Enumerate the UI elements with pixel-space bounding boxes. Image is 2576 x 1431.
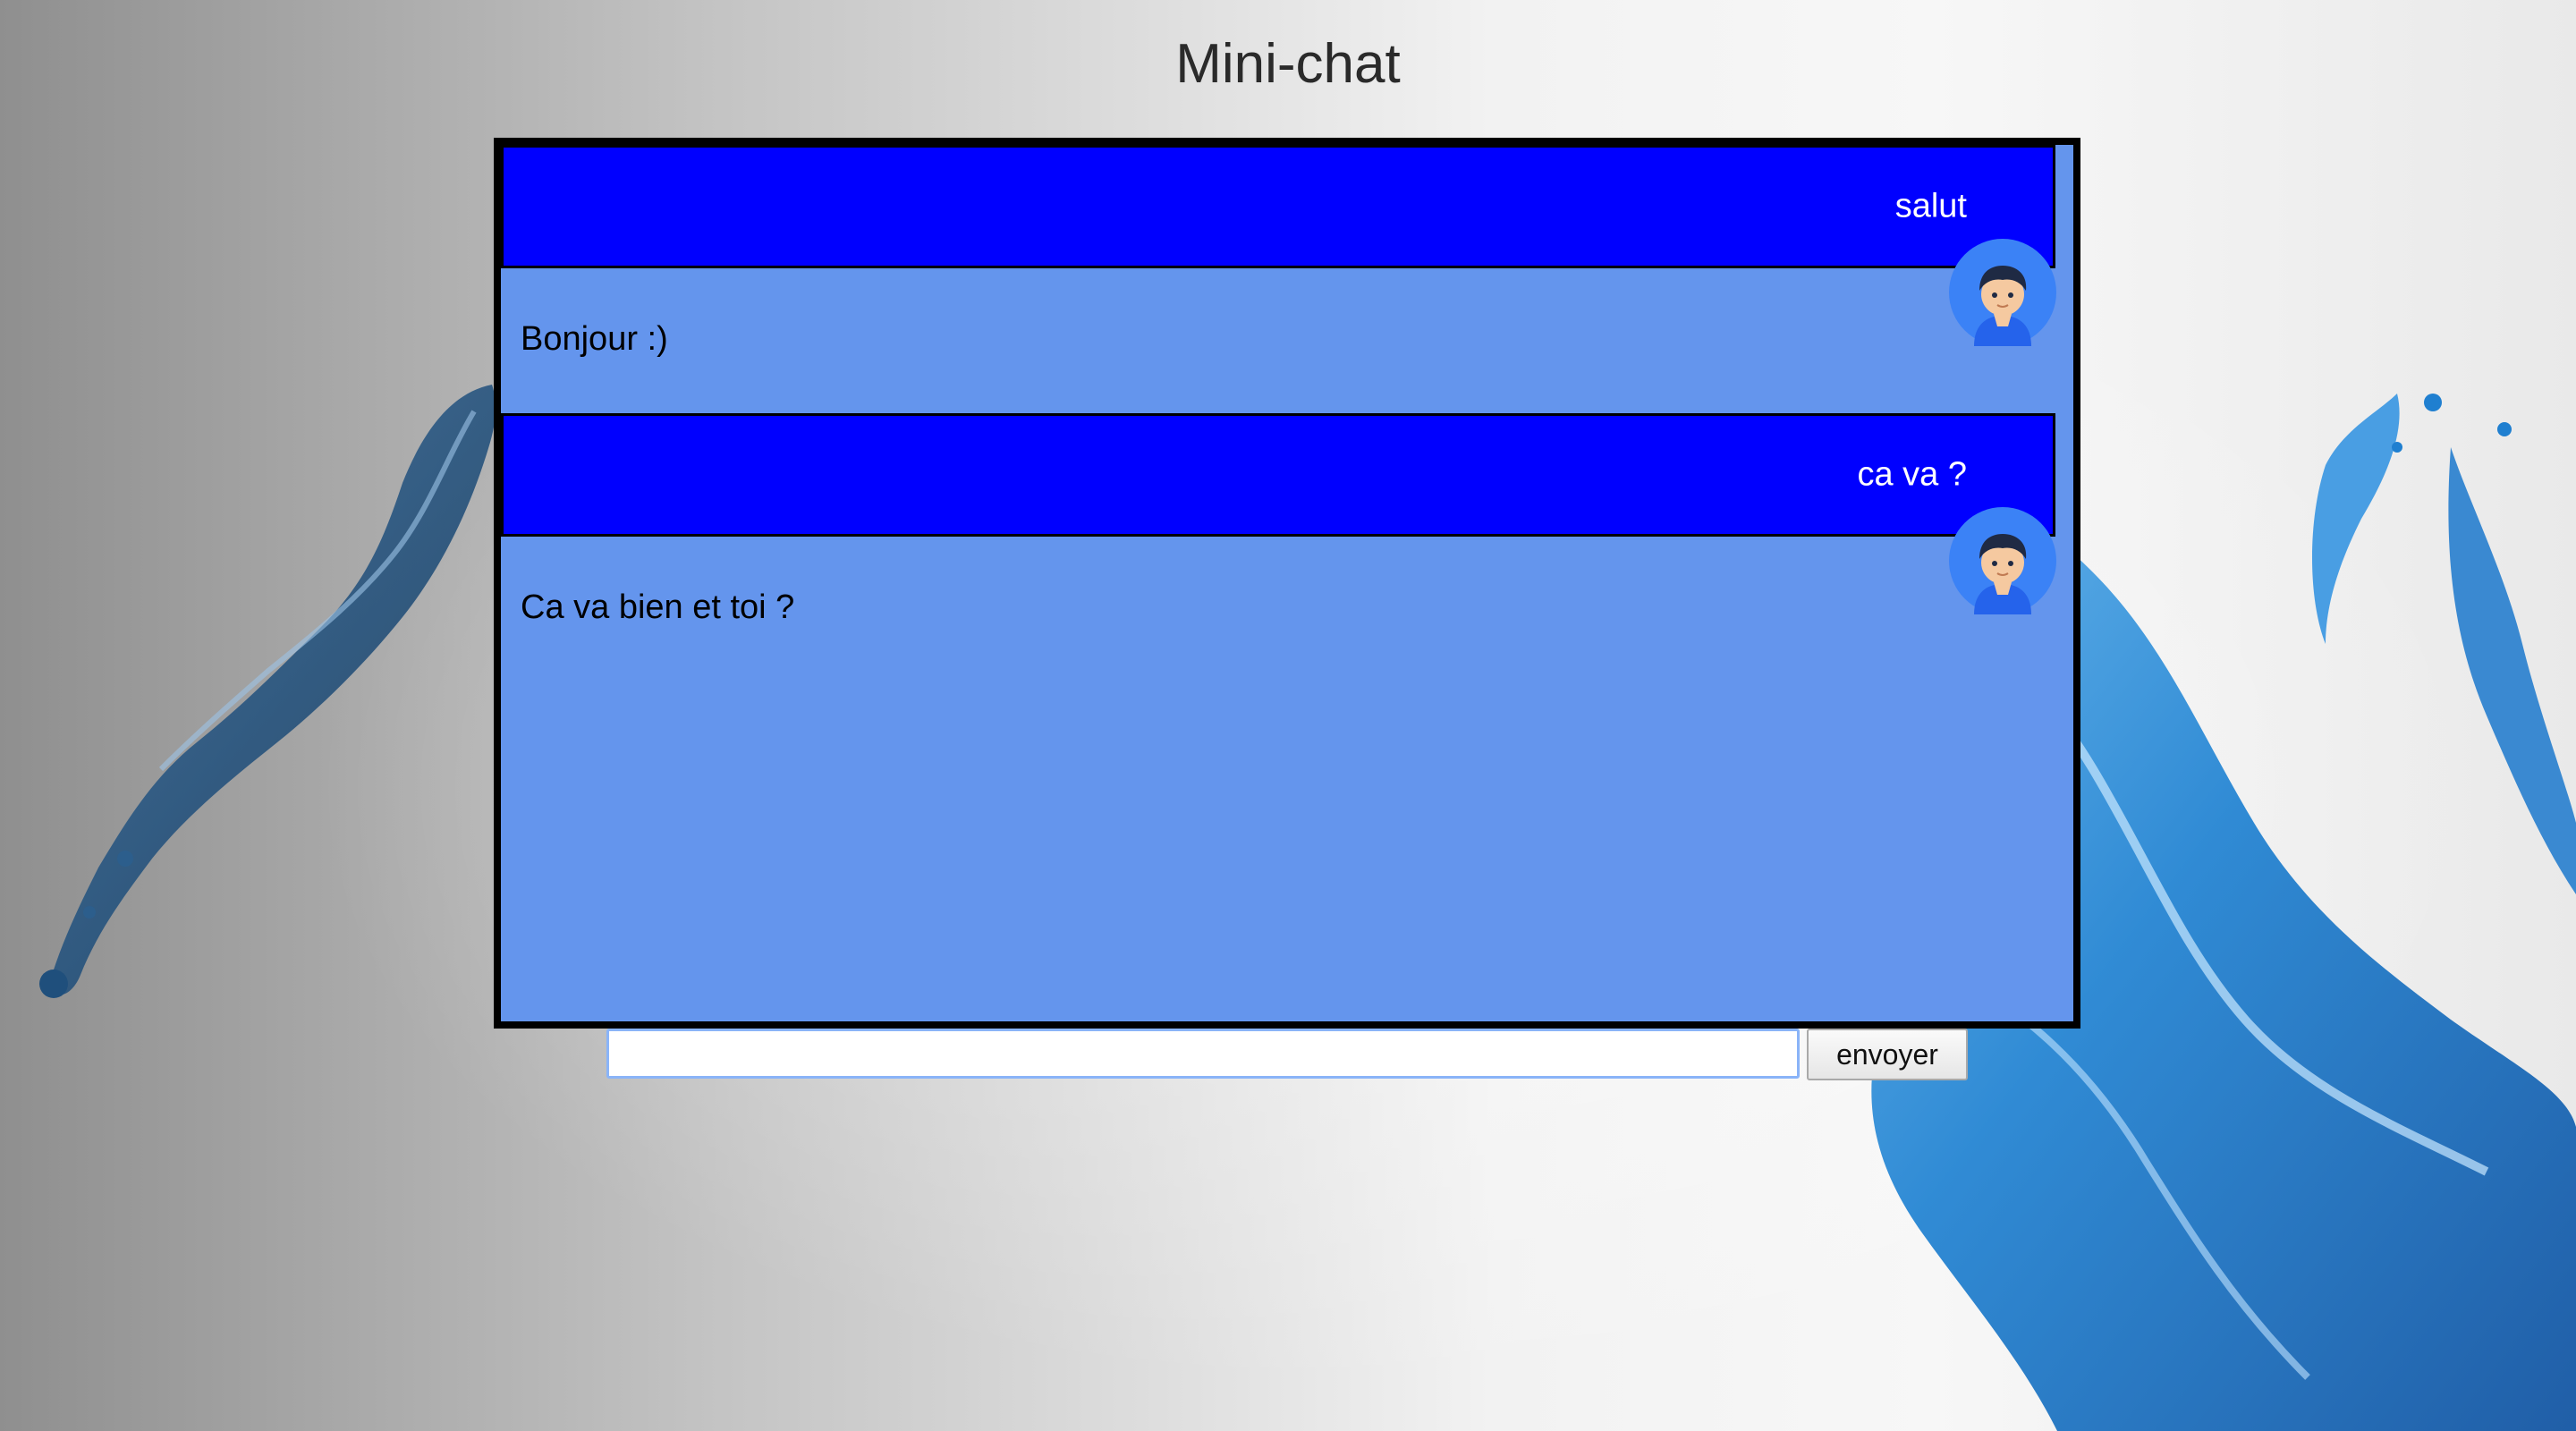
- water-splash-left-image: [39, 385, 496, 998]
- sent-message: ca va ?: [501, 413, 2056, 614]
- received-message: Bonjour :): [501, 268, 2073, 413]
- message-composer: envoyer: [606, 1029, 1971, 1082]
- message-text: salut: [1894, 187, 1967, 225]
- sent-message: salut: [501, 145, 2056, 346]
- message-input[interactable]: [606, 1029, 1800, 1079]
- send-button[interactable]: envoyer: [1807, 1029, 1968, 1080]
- message-text: Bonjour :): [521, 320, 668, 358]
- page-title: Mini-chat: [1175, 33, 1401, 95]
- message-text: Ca va bien et toi ?: [521, 588, 795, 626]
- user-avatar-icon: [1949, 239, 2056, 346]
- received-message: Ca va bien et toi ?: [501, 537, 2073, 682]
- message-text: ca va ?: [1857, 455, 1967, 494]
- user-avatar-icon: [1949, 507, 2056, 614]
- chat-window[interactable]: salut Bonjour :) ca va ? Ca va bien et t…: [494, 138, 2080, 1029]
